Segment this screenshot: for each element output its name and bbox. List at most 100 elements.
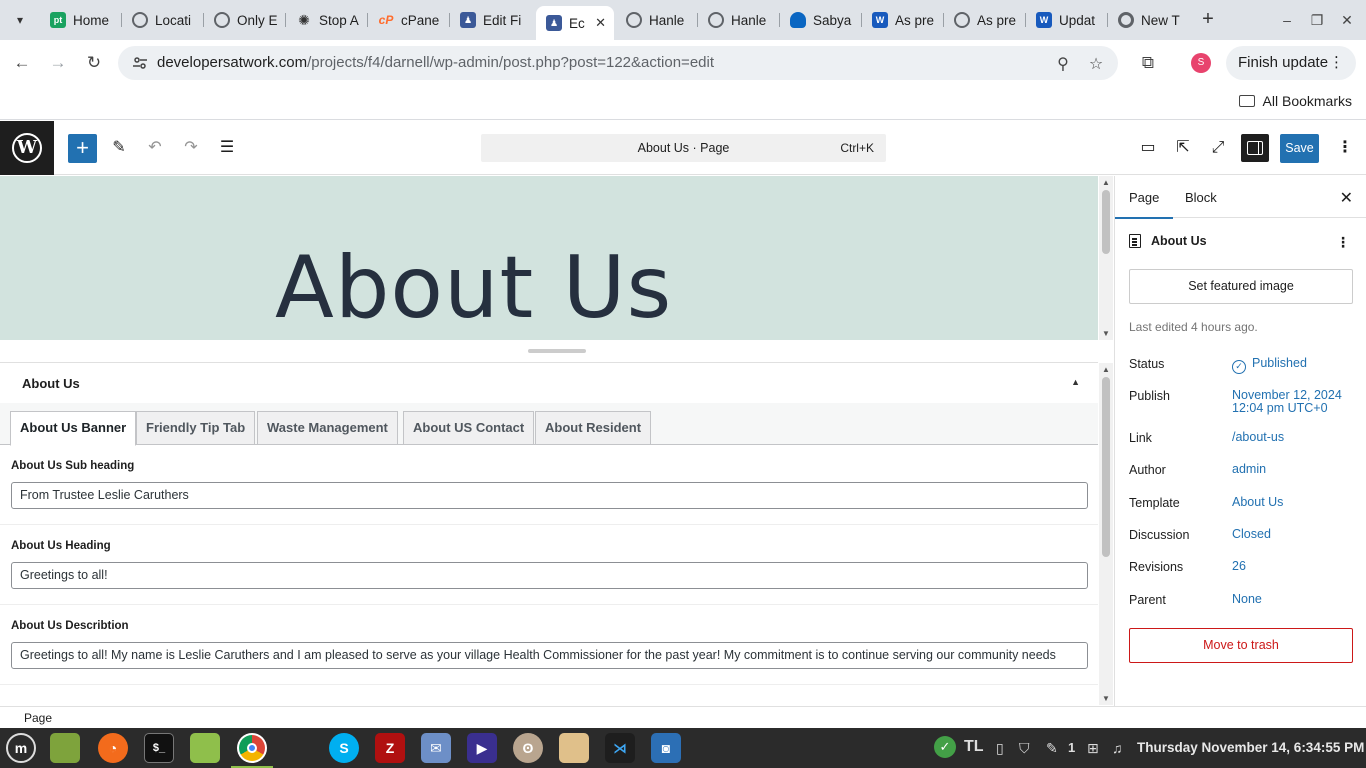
browser-tab[interactable]: Hanle (616, 6, 698, 34)
filezilla-icon[interactable]: Z (375, 733, 405, 763)
browser-tab[interactable]: ✺ Stop A (286, 6, 368, 34)
view-page-external-icon[interactable]: ⇱ (1171, 136, 1195, 160)
scroll-down-icon[interactable]: ▼ (1102, 329, 1110, 338)
site-settings-icon[interactable] (132, 55, 148, 71)
browser-tab[interactable]: As pre (944, 6, 1026, 34)
bookmark-star-icon[interactable]: ☆ (1087, 54, 1105, 73)
all-bookmarks-button[interactable]: All Bookmarks (1238, 93, 1352, 109)
collapse-caret-icon[interactable]: ▲ (1071, 377, 1080, 387)
browser-tab[interactable]: Sabya (780, 6, 862, 34)
device-preview-icon[interactable]: ▭ (1136, 136, 1160, 160)
author-value[interactable]: admin (1232, 463, 1266, 476)
revisions-value[interactable]: 26 (1232, 560, 1246, 573)
chrome-icon[interactable] (231, 733, 273, 768)
vscode-icon[interactable]: ⋊ (605, 733, 635, 763)
gimp-icon[interactable]: ʘ (513, 733, 543, 763)
description-input[interactable]: Greetings to all! My name is Leslie Caru… (11, 642, 1088, 669)
discussion-value[interactable]: Closed (1232, 528, 1271, 541)
sound-icon[interactable]: ♫ (1112, 740, 1123, 756)
document-overview-icon[interactable]: ☰ (215, 136, 239, 160)
canvas-scrollbar[interactable]: ▲ ▼ (1099, 176, 1113, 340)
breadcrumb[interactable]: Page (24, 711, 52, 725)
undo-icon[interactable]: ↶ (143, 136, 167, 160)
wordpress-logo-icon[interactable]: W (0, 121, 54, 175)
metabox-resize-handle[interactable] (528, 349, 586, 353)
editor-canvas[interactable]: About Us (0, 176, 1098, 340)
block-inserter-plus-icon[interactable]: + (68, 134, 97, 163)
hero-heading[interactable]: About Us (275, 238, 672, 338)
close-tab-icon[interactable]: ✕ (595, 15, 606, 31)
close-window-icon[interactable]: ✕ (1337, 10, 1357, 30)
options-kebab-icon[interactable]: ⋮ (1333, 136, 1357, 160)
browser-tab[interactable]: New T (1108, 6, 1190, 34)
mint-menu-icon[interactable]: m (6, 733, 36, 763)
terminal-icon[interactable]: $_ (144, 733, 174, 763)
files-folder-icon[interactable] (190, 733, 220, 763)
scroll-up-icon[interactable]: ▲ (1102, 178, 1110, 187)
scrollbar-thumb[interactable] (1102, 377, 1110, 557)
browser-tab[interactable]: W As pre (862, 6, 944, 34)
clipboard-icon[interactable]: ▯ (996, 740, 1004, 757)
fullscreen-icon[interactable]: ⤢ (1206, 136, 1230, 160)
minimize-window-icon[interactable]: – (1277, 10, 1297, 30)
browser-tab[interactable]: Only E (204, 6, 286, 34)
tab-about-us-contact[interactable]: About US Contact (403, 411, 535, 445)
tab-about-resident[interactable]: About Resident (535, 411, 652, 445)
publish-date-value[interactable]: November 12, 2024 12:04 pm UTC+0 (1232, 389, 1342, 415)
browser-tab[interactable]: pt Home (40, 6, 122, 34)
template-value[interactable]: About Us (1232, 496, 1283, 509)
tools-pencil-icon[interactable]: ✎ (107, 136, 131, 160)
sub-heading-input[interactable]: From Trustee Leslie Caruthers (11, 482, 1088, 509)
tab-waste-management[interactable]: Waste Management (257, 411, 398, 445)
mail-icon[interactable]: ✉ (421, 733, 451, 763)
new-tab-plus-icon[interactable]: + (1196, 8, 1220, 32)
tab-block[interactable]: Block (1185, 190, 1217, 205)
show-desktop-icon[interactable] (50, 733, 80, 763)
tab-friendly-tip[interactable]: Friendly Tip Tab (136, 411, 256, 445)
shield-icon[interactable]: ⛉ (1019, 740, 1030, 757)
skype-icon[interactable]: S (329, 733, 359, 763)
network-icon[interactable]: ⊞ (1087, 740, 1099, 757)
metabox-scrollbar[interactable]: ▲ ▼ (1099, 363, 1113, 705)
status-value[interactable]: ✓ Published (1232, 357, 1307, 374)
browser-tab[interactable]: cP cPane (368, 6, 450, 34)
redo-icon[interactable]: ↷ (179, 136, 203, 160)
browser-tab[interactable]: ♟ Edit Fi (450, 6, 534, 34)
notifications-icon[interactable]: ✎ (1046, 740, 1058, 757)
tl-app-icon[interactable]: TL (964, 738, 984, 756)
scroll-down-icon[interactable]: ▼ (1102, 694, 1110, 703)
clock[interactable]: Thursday November 14, 6:34:55 PM (1137, 740, 1364, 755)
command-palette-bar[interactable]: About Us · Page Ctrl+K (481, 134, 886, 162)
document-actions-kebab-icon[interactable]: ⋮ (1336, 234, 1350, 251)
media-player-icon[interactable]: ▶ (467, 733, 497, 763)
tab-about-us-banner[interactable]: About Us Banner (10, 411, 137, 446)
set-featured-image-button[interactable]: Set featured image (1129, 269, 1353, 304)
settings-sidebar-toggle-icon[interactable] (1241, 134, 1269, 162)
scrollbar-thumb[interactable] (1102, 190, 1110, 254)
address-bar[interactable]: developersatwork.com/projects/f4/darnell… (118, 46, 1118, 80)
heading-input[interactable]: Greetings to all! (11, 562, 1088, 589)
maximize-window-icon[interactable]: ❐ (1307, 10, 1327, 30)
kebab-menu-icon[interactable]: ⋮ (1329, 46, 1344, 80)
browser-tab[interactable]: Locati (122, 6, 204, 34)
update-manager-check-icon[interactable]: ✓ (934, 736, 956, 758)
scroll-up-icon[interactable]: ▲ (1102, 365, 1110, 374)
parent-value[interactable]: None (1232, 593, 1262, 606)
save-button[interactable]: Save (1280, 134, 1319, 163)
firefox-icon[interactable]: ◔ (98, 733, 128, 763)
reload-icon[interactable]: ↻ (82, 51, 106, 75)
tab-page[interactable]: Page (1114, 190, 1174, 219)
forward-arrow-icon[interactable]: → (46, 51, 70, 75)
screenshot-camera-icon[interactable]: ◙ (651, 733, 681, 763)
url-text[interactable]: developersatwork.com/projects/f4/darnell… (157, 54, 714, 71)
permalink-value[interactable]: /about-us (1232, 431, 1284, 444)
tab-search-chevron-icon[interactable]: ▾ (8, 8, 32, 32)
zoom-search-icon[interactable]: ⚲ (1054, 54, 1072, 73)
metabox-header[interactable]: About Us ▲ (0, 363, 1098, 403)
profile-avatar[interactable]: S (1191, 53, 1211, 73)
browser-tab[interactable]: W Updat (1026, 6, 1108, 34)
back-arrow-icon[interactable]: ← (10, 51, 34, 75)
browser-tab-active[interactable]: ♟ Ec ✕ (536, 6, 614, 40)
finish-update-button[interactable]: Finish update ⋮ (1226, 46, 1356, 80)
move-to-trash-button[interactable]: Move to trash (1129, 628, 1353, 663)
